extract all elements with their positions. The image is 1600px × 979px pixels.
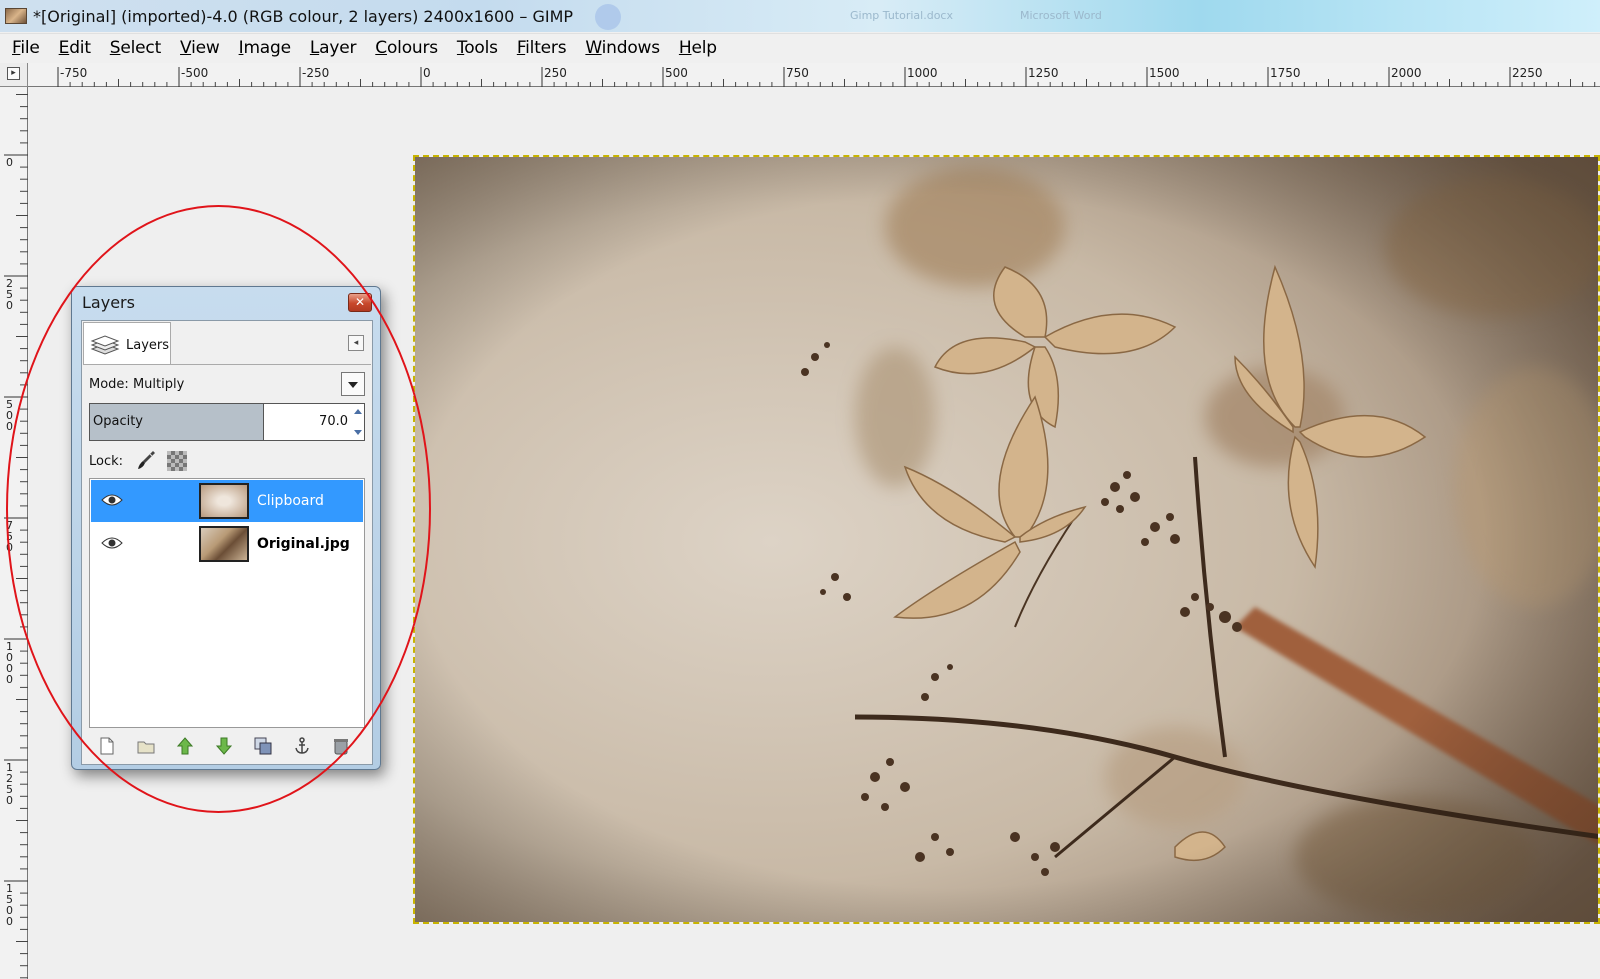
ruler-label: 250 xyxy=(544,66,567,80)
raise-layer-icon[interactable] xyxy=(175,736,195,756)
mode-value[interactable]: Multiply xyxy=(133,377,184,392)
vertical-ruler[interactable]: 0 250 500 750 1000 1250 1500 xyxy=(0,87,28,979)
menu-edit[interactable]: Edit xyxy=(59,38,91,58)
menu-select[interactable]: Select xyxy=(110,38,161,58)
opacity-slider[interactable]: Opacity 70.0 xyxy=(89,403,365,441)
spin-down-icon[interactable] xyxy=(354,430,362,435)
navigate-icon[interactable]: ▸ xyxy=(7,67,20,80)
background-window-icon xyxy=(595,4,621,30)
layer-row-clipboard[interactable]: Clipboard xyxy=(91,480,363,522)
layers-stack-icon xyxy=(90,335,120,355)
layer-name[interactable]: Clipboard xyxy=(257,493,324,509)
menu-filters[interactable]: Filters xyxy=(517,38,567,58)
menu-tools[interactable]: Tools xyxy=(457,38,498,58)
menu-layer[interactable]: Layer xyxy=(310,38,357,58)
ruler-corner: ▸ xyxy=(0,63,28,87)
menu-image[interactable]: Image xyxy=(239,38,291,58)
duplicate-layer-icon[interactable] xyxy=(253,736,273,756)
opacity-spin-buttons[interactable] xyxy=(353,405,363,439)
layers-dialog-title: Layers xyxy=(82,293,135,312)
lock-label: Lock: xyxy=(89,454,124,469)
gimp-app-icon[interactable] xyxy=(5,8,27,24)
vertical-ruler-scale: 0 2 5 0 5 0 0 7 5 0 1 0 0 0 1 2 5 0 1 5 0 0 xyxy=(4,94,28,979)
layer-thumbnail xyxy=(199,526,249,562)
visibility-eye-icon[interactable] xyxy=(101,492,123,508)
ruler-label: 1250 xyxy=(6,761,13,807)
layers-tab-content: Mode: Multiply Opacity 70.0 Lock: Clipbo… xyxy=(83,364,371,763)
ruler-label: -750 xyxy=(60,66,87,80)
opacity-label: Opacity xyxy=(93,414,144,429)
layer-name[interactable]: Original.jpg xyxy=(257,536,350,552)
ruler-label: 500 xyxy=(6,398,13,433)
layers-dialog[interactable]: Layers ✕ Layers ◂ Mode: Multiply Opacity… xyxy=(71,286,381,770)
visibility-eye-icon[interactable] xyxy=(101,535,123,551)
menu-file[interactable]: File xyxy=(12,38,40,58)
title-bar: *[Original] (imported)-4.0 (RGB colour, … xyxy=(0,0,1600,32)
menu-help[interactable]: Help xyxy=(679,38,717,58)
image-canvas[interactable] xyxy=(413,155,1600,924)
ruler-label: 250 xyxy=(6,277,13,312)
spin-up-icon[interactable] xyxy=(354,409,362,414)
ruler-label: 1750 xyxy=(1270,66,1301,80)
ruler-label: -250 xyxy=(302,66,329,80)
tab-layers[interactable]: Layers xyxy=(83,322,171,364)
mode-dropdown[interactable] xyxy=(341,372,365,396)
layer-actions-bar xyxy=(89,733,365,759)
ruler-label: -500 xyxy=(181,66,208,80)
new-layer-icon[interactable] xyxy=(97,736,117,756)
ruler-label: 2000 xyxy=(1391,66,1422,80)
background-window-label: Microsoft Word xyxy=(1020,9,1102,22)
layer-row-original[interactable]: Original.jpg xyxy=(91,523,363,565)
gimp-window: *[Original] (imported)-4.0 (RGB colour, … xyxy=(0,0,1600,979)
ruler-label: 1000 xyxy=(6,640,13,686)
window-title: *[Original] (imported)-4.0 (RGB colour, … xyxy=(33,6,574,26)
ruler-label: 750 xyxy=(786,66,809,80)
ruler-label: 2250 xyxy=(1512,66,1543,80)
background-window-label: Gimp Tutorial.docx xyxy=(850,9,953,22)
layer-thumbnail xyxy=(199,483,249,519)
close-icon[interactable]: ✕ xyxy=(348,293,372,312)
delete-layer-icon[interactable] xyxy=(331,736,351,756)
horizontal-ruler[interactable]: -750 -500 -250 0 250 500 750 1000 1250 1500 1750 20… xyxy=(28,63,1600,87)
chevron-down-icon xyxy=(348,382,358,388)
layers-dialog-body: Layers ◂ Mode: Multiply Opacity 70.0 Loc… xyxy=(81,320,373,765)
dried-hydrangea-photo xyxy=(415,157,1598,922)
ruler-label: 1000 xyxy=(907,66,938,80)
ruler-label: 0 xyxy=(423,66,431,80)
ruler-label: 0 xyxy=(6,156,13,169)
lock-alpha-checkerboard-icon[interactable] xyxy=(167,451,187,471)
ruler-label: 1500 xyxy=(6,882,13,928)
ruler-label: 1500 xyxy=(1149,66,1180,80)
new-layer-group-icon[interactable] xyxy=(136,736,156,756)
anchor-layer-icon[interactable] xyxy=(292,736,312,756)
ruler-label: 500 xyxy=(665,66,688,80)
opacity-value[interactable]: 70.0 xyxy=(319,414,348,429)
ruler-label: 750 xyxy=(6,519,13,554)
menu-colours[interactable]: Colours xyxy=(375,38,438,58)
lower-layer-icon[interactable] xyxy=(214,736,234,756)
ruler-label: 1250 xyxy=(1028,66,1059,80)
horizontal-ruler-scale: -750 -500 -250 0 250 500 750 1000 1250 1500 1750 20… xyxy=(57,66,1596,87)
layer-list[interactable]: Clipboard Original.jpg xyxy=(89,478,365,728)
tab-layers-label: Layers xyxy=(126,338,170,353)
menu-view[interactable]: View xyxy=(180,38,220,58)
mode-label: Mode: Multiply xyxy=(89,377,185,392)
menu-windows[interactable]: Windows xyxy=(585,38,660,58)
menu-bar: File Edit Select View Image Layer Colour… xyxy=(0,33,1600,61)
tab-menu-icon[interactable]: ◂ xyxy=(348,335,364,351)
lock-pixels-brush-icon[interactable] xyxy=(135,449,157,471)
